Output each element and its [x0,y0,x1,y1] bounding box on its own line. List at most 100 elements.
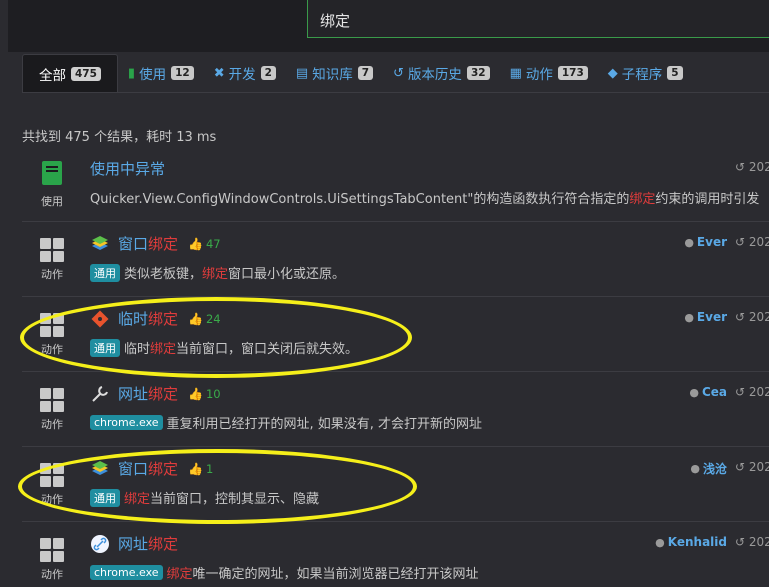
author-name: Ever [696,310,727,324]
title-highlight: 绑定 [148,385,179,403]
tab-history[interactable]: ↺ 版本历史 32 [383,54,500,92]
result-title[interactable]: 窗口 绑定 👍 47 [90,233,221,254]
result-kind: 动作 [28,384,76,432]
author-name: Cea [701,385,727,399]
desc-highlight: 绑定 [202,267,229,282]
bluestacks-icon [92,235,108,250]
kind-label: 动作 [41,268,63,281]
title-text: 网址 [118,535,149,553]
result-date: ↺ 202 [735,460,769,474]
tab-count: 475 [71,66,101,81]
result-date: ↺ 202 [735,235,769,249]
tab-count: 5 [667,66,683,80]
tabs-divider [22,92,769,93]
kind-label: 使用 [41,195,63,208]
tab-label: 动作 [525,67,553,83]
desc-highlight: 绑定 [166,567,193,582]
search-input[interactable]: 绑定 [307,0,769,38]
user-icon: ● [690,462,700,475]
book-icon: ▮ [127,65,136,81]
result-title[interactable]: 网址 绑定 👍 10 [90,383,221,404]
wrench-icon [92,385,108,402]
action-grid-icon [40,388,64,412]
tools-icon: ✖ [213,65,225,81]
result-kind: 动作 [28,534,76,582]
author-link[interactable]: ● 浅沧 [690,460,727,477]
tab-label: 开发 [228,67,256,83]
tab-subprograms[interactable]: ◆ 子程序 5 [598,54,693,92]
result-row[interactable]: 动作 网址 绑定 👍 10 chrome.exe 重复利用已经打开的网址, 如果没有,… [22,372,769,447]
author-link[interactable]: ● Cea [689,385,727,399]
thumbs-up-icon: 👍 [188,386,203,401]
desc-text: 约束的调用时引发 [655,192,760,207]
user-icon: ● [689,385,699,399]
date-text: 202 [748,535,769,549]
author-link[interactable]: ● Kenhalid [655,535,727,549]
desc-text: 窗口最小化或还原。 [228,267,346,282]
like-count[interactable]: 👍 10 [188,387,221,401]
result-row[interactable]: 使用 使用中异常 Quicker.View.ConfigWindowContro… [22,147,769,222]
title-highlight: 绑定 [148,235,179,253]
title-text: 网址 [118,385,149,403]
date-text: 202 [748,460,769,474]
tab-label: 全部 [39,67,66,84]
result-description: chrome.exe 绑定 唯一确定的网址，如果当前浏览器已经打开该网址 [90,563,479,582]
result-description: 通用 类似老板键， 绑定 窗口最小化或还原。 [90,263,345,282]
tab-count: 12 [171,66,194,80]
tab-label: 子程序 [621,67,663,83]
scope-badge: 通用 [90,263,120,282]
tab-develop[interactable]: ✖ 开发 2 [204,54,286,92]
kind-label: 动作 [41,418,63,431]
result-row[interactable]: 动作 网址 绑定 chrome.exe 绑定 唯一确定的网址，如果当前浏览器已经打开该… [22,522,769,587]
tab-knowledge[interactable]: ▤ 知识库 7 [286,54,383,92]
author-link[interactable]: ● Ever [684,235,727,249]
result-summary: 共找到 475 个结果，耗时 13 ms [22,130,217,145]
result-description: Quicker.View.ConfigWindowControls.UiSett… [90,188,759,207]
history-icon: ↺ [393,65,404,81]
result-title[interactable]: 网址 绑定 [90,533,178,554]
tab-count: 7 [357,66,374,80]
author-name: 浅沧 [702,462,727,476]
title-highlight: 绑定 [148,535,179,553]
likes-text: 47 [205,236,221,251]
kind-label: 动作 [41,568,63,581]
author-link[interactable]: ● Ever [684,310,727,324]
result-description: chrome.exe 重复利用已经打开的网址, 如果没有, 才会打开新的网址 [90,413,482,432]
title-text: 使用中异常 [90,160,166,178]
highlight-ellipse [18,449,417,524]
tab-label: 版本历史 [407,67,462,83]
top-bar: 绑定 [0,0,769,52]
like-count[interactable]: 👍 47 [188,237,221,251]
result-row[interactable]: 动作 窗口 绑定 👍 47 通用 类似老板键， 绑定 窗口最小化或还原。 ● Ever ↺ … [22,222,769,297]
tab-count: 2 [260,66,276,80]
highlight-ellipse [20,297,412,378]
result-title[interactable]: 使用中异常 [90,158,165,179]
tab-actions[interactable]: ▦ 动作 173 [500,54,598,92]
tab-all[interactable]: 全部 475 [22,54,118,92]
author-name: Ever [696,235,727,249]
tab-label: 使用 [139,67,167,83]
title-text: 窗口 [118,235,149,253]
scope-badge: chrome.exe [90,415,163,430]
tab-count: 173 [557,66,588,80]
action-grid-icon [40,538,64,562]
user-icon: ● [655,535,665,549]
result-date: ↺ 202 [735,535,769,549]
user-icon: ● [684,235,694,249]
book-icon [42,161,62,185]
result-date: ↺ 202 [735,160,769,174]
tab-count: 32 [466,66,490,80]
desc-text: 唯一确定的网址，如果当前浏览器已经打开该网址 [192,567,479,582]
grid-icon: ▦ [509,65,522,81]
result-kind: 动作 [28,234,76,282]
desc-text: Quicker.View.ConfigWindowControls.UiSett… [90,192,630,207]
thumbs-up-icon: 👍 [188,236,203,251]
cube-icon: ◆ [607,65,618,81]
tab-use[interactable]: ▮ 使用 12 [118,54,204,92]
result-date: ↺ 202 [735,310,769,324]
document-icon: ▤ [295,65,309,81]
tab-label: 知识库 [312,67,353,83]
link-icon [91,534,109,553]
scope-badge: chrome.exe [90,565,163,580]
date-text: 202 [748,235,769,249]
